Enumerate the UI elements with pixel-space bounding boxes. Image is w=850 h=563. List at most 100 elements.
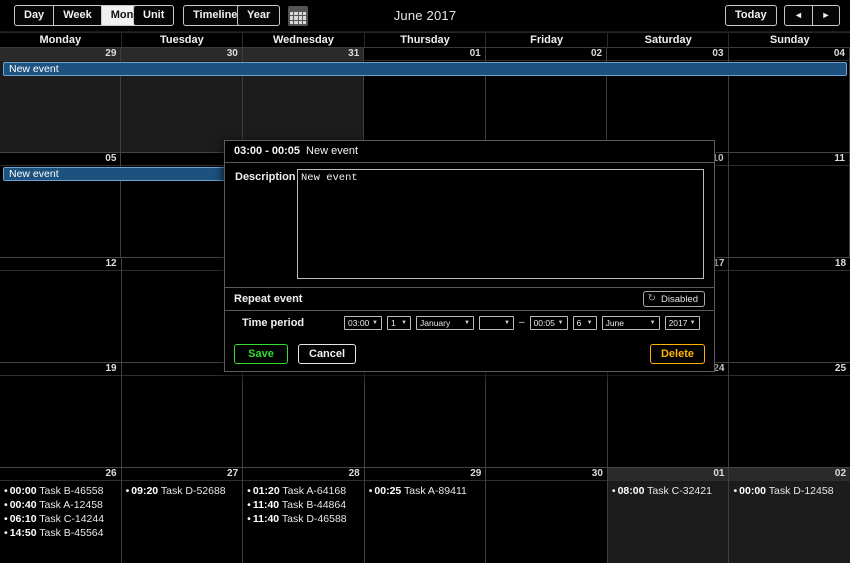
event-time: 00:00 xyxy=(739,485,767,497)
day-number: 30 xyxy=(226,48,238,59)
event-item[interactable]: • 01:20 Task A-64168 xyxy=(247,484,361,498)
day-cell[interactable]: 22 xyxy=(364,363,487,467)
day-number: 31 xyxy=(348,48,360,59)
week-row: 26 • 00:00 Task B-46558 • 00:40 Task A-12458… xyxy=(0,468,850,563)
event-time: 09:20 xyxy=(131,485,159,497)
next-arrow-icon[interactable]: ► xyxy=(812,5,840,26)
end-time-select[interactable]: 00:05 xyxy=(529,315,568,330)
end-year-select[interactable]: 2017 xyxy=(664,315,700,330)
day-number-bar xyxy=(485,48,607,61)
day-header-saturday: Saturday xyxy=(608,33,730,47)
day-cell[interactable]: 25 xyxy=(729,363,850,467)
event-item[interactable]: • 11:40 Task D-46588 xyxy=(247,512,361,526)
event-item[interactable]: • 11:40 Task B-44864 xyxy=(247,498,361,512)
refresh-cycle-icon: ↻ xyxy=(647,293,657,304)
event-item[interactable]: • 00:00 Task D-12458 xyxy=(733,484,847,498)
day-cell[interactable]: 02 • 00:00 Task D-12458 xyxy=(729,468,850,563)
event-text: Task C-14244 xyxy=(36,513,105,525)
time-period-label: Time period xyxy=(242,316,305,329)
bullet-icon: • xyxy=(4,485,8,497)
day-number: 24 xyxy=(713,363,725,374)
repeat-event-label: Repeat event xyxy=(234,293,303,305)
day-number-bar xyxy=(0,363,121,376)
bullet-icon: • xyxy=(247,485,251,497)
day-number-bar xyxy=(729,363,850,376)
event-item[interactable]: • 06:10 Task C-14244 xyxy=(4,512,118,526)
event-text: Task D-52688 xyxy=(158,485,226,497)
save-button[interactable]: Save xyxy=(234,344,288,364)
bullet-icon: • xyxy=(4,499,8,511)
prev-arrow-icon[interactable]: ◄ xyxy=(784,5,812,26)
end-day-select[interactable]: 6 xyxy=(572,315,597,330)
week-row: 19 20212223 24 25 xyxy=(0,363,850,468)
event-item[interactable]: • 00:40 Task A-12458 xyxy=(4,498,118,512)
event-item[interactable]: • 09:20 Task D-52688 xyxy=(126,484,240,498)
delete-button[interactable]: Delete xyxy=(649,344,705,364)
day-number: 25 xyxy=(834,363,847,374)
day-number-bar xyxy=(0,153,121,166)
range-dash: – xyxy=(519,317,525,328)
day-number-bar xyxy=(486,468,607,481)
day-header-wednesday: Wednesday xyxy=(243,33,365,47)
cancel-button[interactable]: Cancel xyxy=(298,344,357,364)
day-cell[interactable]: 18 xyxy=(729,258,850,362)
repeat-toggle-label: Disabled xyxy=(661,293,698,305)
day-number-bar xyxy=(242,48,364,61)
day-cell[interactable]: 12 xyxy=(0,258,122,362)
event-item[interactable]: • 00:25 Task A-89411 xyxy=(369,484,483,498)
event-list: • 00:00 Task D-12458 xyxy=(733,484,847,498)
start-month-select[interactable]: January xyxy=(416,315,474,330)
day-cell[interactable]: 29 • 00:25 Task A-89411 xyxy=(364,468,487,563)
event-text: Task A-12458 xyxy=(36,499,103,511)
start-time-select[interactable]: 03:00 xyxy=(344,315,382,330)
day-number-bar xyxy=(243,468,364,481)
dialog-title-name: New event xyxy=(306,145,359,157)
event-text: Task B-44864 xyxy=(279,499,347,511)
day-number-bar xyxy=(728,153,849,166)
spanning-event-bar[interactable]: New event xyxy=(3,62,847,76)
start-day-select[interactable]: 1 xyxy=(387,315,411,330)
day-header-monday: Monday xyxy=(0,33,122,47)
event-time: 00:00 xyxy=(9,485,37,497)
event-time: 08:00 xyxy=(617,485,645,497)
event-edit-dialog: 03:00 - 00:05 New event Description Repea… xyxy=(224,140,715,372)
day-cell[interactable]: 26 • 00:00 Task B-46558 • 00:40 Task A-12458… xyxy=(0,468,122,563)
day-cell[interactable]: 27 • 09:20 Task D-52688 xyxy=(121,468,244,563)
bullet-icon: • xyxy=(247,499,251,511)
day-number: 30 xyxy=(591,468,603,479)
event-text: Task D-12458 xyxy=(766,485,834,497)
toolbar: Day Week Month Unit Timeline Year June 2… xyxy=(0,0,850,32)
event-item[interactable]: • 08:00 Task C-32421 xyxy=(612,484,726,498)
day-cell[interactable]: 28 • 01:20 Task A-64168 • 11:40 Task B-44864… xyxy=(243,468,365,563)
day-number-bar xyxy=(0,258,121,271)
calendar-app: Day Week Month Unit Timeline Year June 2… xyxy=(0,0,850,563)
day-cell[interactable]: 01 • 08:00 Task C-32421 xyxy=(607,468,730,563)
day-number: 19 xyxy=(105,363,117,374)
day-header-thursday: Thursday xyxy=(365,33,487,47)
day-number-bar xyxy=(0,48,121,61)
event-item[interactable]: • 00:00 Task B-46558 xyxy=(4,484,118,498)
day-number: 29 xyxy=(105,48,117,59)
day-cell[interactable]: 24 xyxy=(607,363,730,467)
event-text: Task C-32421 xyxy=(644,485,712,497)
today-button[interactable]: Today xyxy=(725,5,777,26)
event-list: • 00:25 Task A-89411 xyxy=(369,484,483,498)
day-number: 12 xyxy=(105,258,117,269)
event-item[interactable]: • 14:50 Task B-45564 xyxy=(4,526,118,540)
day-cell[interactable]: 30 xyxy=(486,468,608,563)
day-number-bar xyxy=(121,48,242,61)
day-number-bar xyxy=(0,468,121,481)
description-input[interactable] xyxy=(297,169,704,279)
day-cell[interactable]: 20 xyxy=(121,363,244,467)
repeat-toggle[interactable]: ↻ Disabled xyxy=(642,291,705,307)
day-cell[interactable]: 21 xyxy=(243,363,365,467)
day-cell[interactable]: 11 xyxy=(728,153,850,257)
day-number: 11 xyxy=(834,153,845,164)
day-cell[interactable]: 23 xyxy=(486,363,608,467)
end-month-select[interactable]: June xyxy=(601,315,660,330)
day-number: 17 xyxy=(713,258,725,269)
event-text: Task B-46558 xyxy=(36,485,104,497)
start-year-select[interactable] xyxy=(479,315,514,330)
day-cell[interactable]: 19 xyxy=(0,363,122,467)
dialog-title: 03:00 - 00:05 New event xyxy=(225,141,714,163)
